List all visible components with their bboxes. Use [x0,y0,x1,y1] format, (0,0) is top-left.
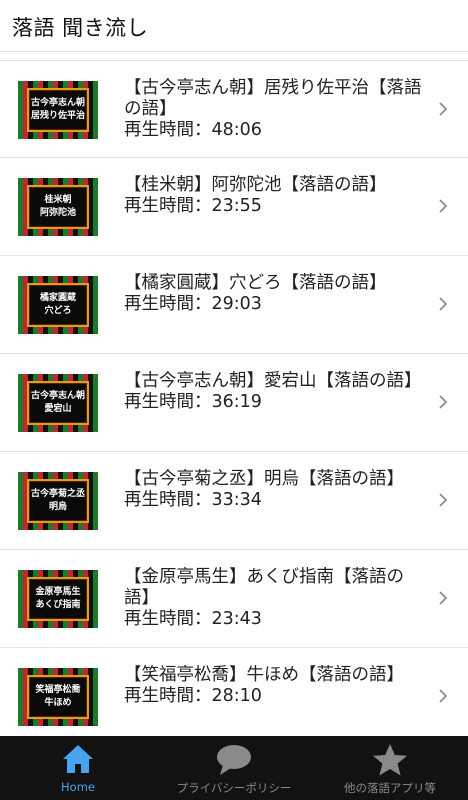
episode-list[interactable]: 古今亭志ん朝 居残り佐平治 【古今亭志ん朝】居残り佐平治【落語の語】 再生時間：… [0,60,468,736]
duration-label: 再生時間： [124,686,212,706]
thumbnail-performer: 桂米朝 [44,195,72,205]
page-title: 落語 聞き流し [12,16,149,40]
thumbnail-performer: 古今亭志ん朝 [30,98,85,108]
episode-title: 【古今亭志ん朝】居残り佐平治【落語の語】 [124,78,422,119]
thumbnail-story: 牛ほめ [44,698,72,708]
speech-bubble-icon [217,745,251,775]
episode-title: 【橘家圓蔵】穴どろ【落語の語】 [124,273,387,293]
chevron-right-icon [439,102,448,116]
episode-title: 【桂米朝】阿弥陀池【落語の語】 [124,175,387,195]
duration-label: 再生時間： [124,609,212,629]
list-item[interactable]: 桂米朝 阿弥陀池 【桂米朝】阿弥陀池【落語の語】 再生時間：23:55 [0,158,468,256]
episode-duration: 23:43 [211,609,262,629]
app-header: 落語 聞き流し [0,0,468,52]
episode-duration: 33:34 [211,490,262,510]
tab-privacy-policy[interactable]: プライバシーポリシー [156,736,312,800]
thumbnail-performer: 金原亭馬生 [35,587,81,597]
chevron-right-icon [439,199,448,213]
chevron-right-icon [439,689,448,703]
bottom-tab-bar: Home プライバシーポリシー 他の落語アプリ等 [0,736,468,800]
episode-duration: 29:03 [211,294,262,314]
episode-thumbnail: 古今亭菊之丞 明烏 [18,472,98,530]
episode-thumbnail: 笑福亭松喬 牛ほめ [18,668,98,726]
episode-thumbnail: 橘家圓蔵 穴どろ [18,276,98,334]
tab-other-apps-label: 他の落語アプリ等 [344,781,436,795]
tab-home-label: Home [61,780,95,794]
thumbnail-performer: 古今亭志ん朝 [30,391,85,401]
duration-label: 再生時間： [124,392,212,412]
chevron-right-icon [439,297,448,311]
episode-thumbnail: 桂米朝 阿弥陀池 [18,178,98,236]
home-icon [63,745,93,773]
star-icon [373,744,407,776]
thumbnail-story: 穴どろ [44,306,72,316]
episode-duration: 36:19 [211,392,262,412]
thumbnail-story: 愛宕山 [44,404,72,414]
chevron-right-icon [439,395,448,409]
episode-title: 【金原亭馬生】あくび指南【落語の語】 [124,567,404,608]
episode-duration: 48:06 [211,120,262,140]
duration-label: 再生時間： [124,196,212,216]
thumbnail-story: あくび指南 [35,600,81,610]
episode-duration: 23:55 [211,196,262,216]
episode-title: 【笑福亭松喬】牛ほめ【落語の語】 [124,665,404,685]
chevron-right-icon [439,493,448,507]
episode-thumbnail: 古今亭志ん朝 居残り佐平治 [18,81,98,139]
episode-thumbnail: 金原亭馬生 あくび指南 [18,570,98,628]
duration-label: 再生時間： [124,294,212,314]
list-item[interactable]: 橘家圓蔵 穴どろ 【橘家圓蔵】穴どろ【落語の語】 再生時間：29:03 [0,256,468,354]
list-item[interactable]: 古今亭菊之丞 明烏 【古今亭菊之丞】明烏【落語の語】 再生時間：33:34 [0,452,468,550]
tab-home[interactable]: Home [0,736,156,800]
thumbnail-story: 居残り佐平治 [30,111,85,121]
thumbnail-story: 阿弥陀池 [39,208,76,218]
chevron-right-icon [439,591,448,605]
thumbnail-story: 明烏 [48,502,67,512]
episode-thumbnail: 古今亭志ん朝 愛宕山 [18,374,98,432]
thumbnail-performer: 笑福亭松喬 [35,685,81,695]
duration-label: 再生時間： [124,120,212,140]
episode-title: 【古今亭菊之丞】明烏【落語の語】 [124,469,404,489]
list-item[interactable]: 古今亭志ん朝 愛宕山 【古今亭志ん朝】愛宕山【落語の語】 再生時間：36:19 [0,354,468,452]
episode-title: 【古今亭志ん朝】愛宕山【落語の語】 [124,371,422,391]
duration-label: 再生時間： [124,490,212,510]
list-item[interactable]: 古今亭志ん朝 居残り佐平治 【古今亭志ん朝】居残り佐平治【落語の語】 再生時間：… [0,60,468,158]
list-item[interactable]: 笑福亭松喬 牛ほめ 【笑福亭松喬】牛ほめ【落語の語】 再生時間：28:10 [0,648,468,736]
thumbnail-performer: 橘家圓蔵 [39,293,76,303]
tab-other-apps[interactable]: 他の落語アプリ等 [312,736,468,800]
thumbnail-performer: 古今亭菊之丞 [30,489,85,499]
episode-duration: 28:10 [211,686,262,706]
list-item[interactable]: 金原亭馬生 あくび指南 【金原亭馬生】あくび指南【落語の語】 再生時間：23:4… [0,550,468,648]
tab-privacy-policy-label: プライバシーポリシー [176,781,292,795]
